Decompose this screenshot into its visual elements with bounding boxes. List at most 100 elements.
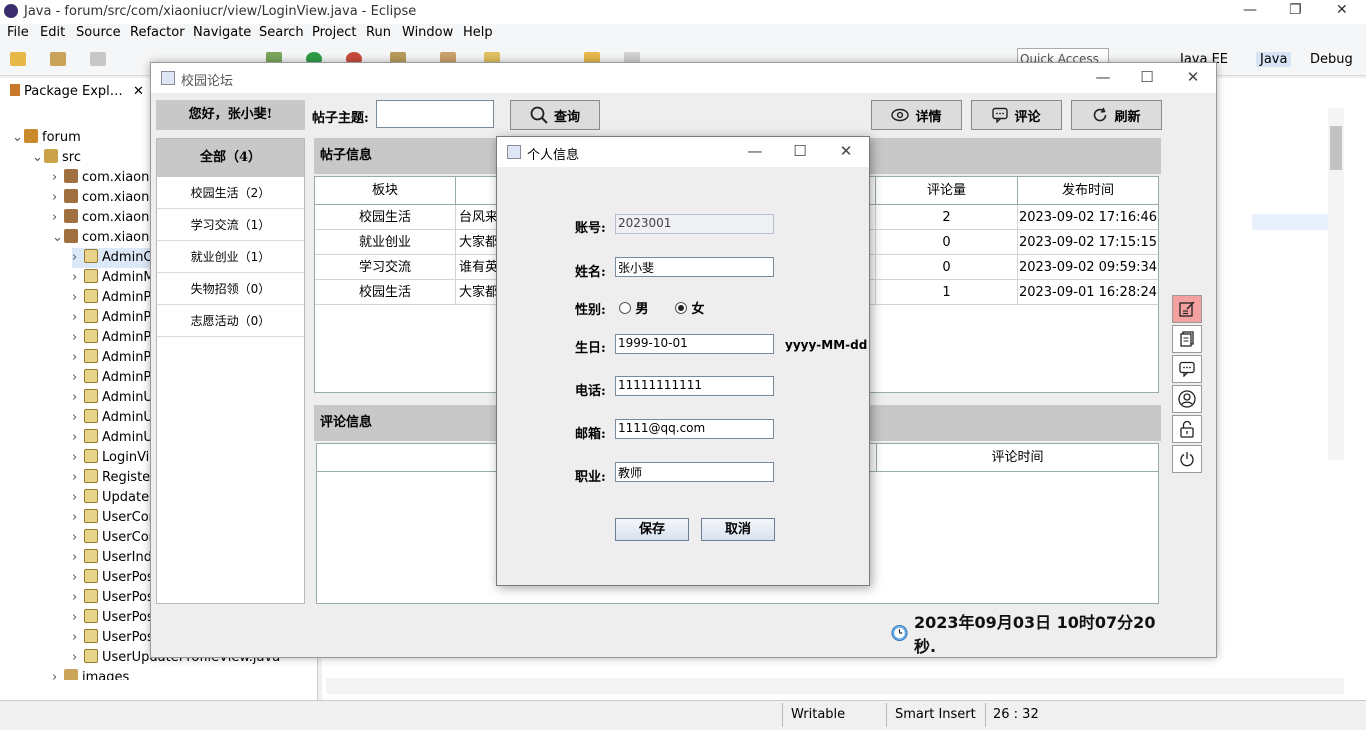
- chevron-right-icon[interactable]: ›: [72, 448, 84, 468]
- chevron-right-icon[interactable]: ›: [72, 528, 84, 548]
- tree-item[interactable]: ⌄ com.xiaoni: [52, 228, 153, 248]
- chevron-right-icon[interactable]: ›: [72, 488, 84, 508]
- tree-item[interactable]: › AdminU: [72, 428, 153, 448]
- minimize-icon[interactable]: —: [1243, 2, 1257, 18]
- tree-item[interactable]: › UserPos: [72, 608, 154, 628]
- chevron-right-icon[interactable]: ›: [72, 628, 84, 648]
- phone-field[interactable]: 11111111111: [615, 376, 774, 396]
- chevron-right-icon[interactable]: ›: [72, 348, 84, 368]
- gender-male-radio[interactable]: 男: [619, 298, 649, 317]
- chevron-right-icon[interactable]: ›: [72, 508, 84, 528]
- category-study[interactable]: 学习交流（1）: [157, 209, 304, 241]
- tree-item[interactable]: › AdminP: [72, 368, 151, 388]
- menu-navigate[interactable]: Navigate: [193, 25, 251, 40]
- chevron-down-icon[interactable]: ⌄: [52, 228, 64, 248]
- tree-item[interactable]: › UserCor: [72, 508, 154, 528]
- refresh-button[interactable]: 刷新: [1071, 100, 1162, 130]
- tree-item[interactable]: › AdminP: [72, 348, 151, 368]
- tree-item[interactable]: › UserPos: [72, 568, 154, 588]
- account-field[interactable]: 2023001: [615, 214, 774, 234]
- chevron-down-icon[interactable]: ⌄: [32, 148, 44, 168]
- save-button[interactable]: 保存: [615, 518, 689, 541]
- close-icon[interactable]: ✕: [1336, 2, 1348, 18]
- scrollbar-thumb[interactable]: [1330, 126, 1342, 170]
- chevron-right-icon[interactable]: ›: [72, 288, 84, 308]
- new-icon[interactable]: [10, 52, 26, 66]
- chevron-right-icon[interactable]: ›: [72, 588, 84, 608]
- package-explorer-tab[interactable]: Package Expl… ✕: [10, 84, 144, 99]
- scrollbar-vertical[interactable]: [1328, 108, 1344, 460]
- posts-col-time[interactable]: 发布时间: [1018, 177, 1158, 205]
- dialog-close-icon[interactable]: ✕: [836, 142, 856, 160]
- restore-icon[interactable]: ❐: [1289, 2, 1302, 18]
- open-icon[interactable]: [50, 52, 66, 66]
- chevron-right-icon[interactable]: ›: [72, 608, 84, 628]
- perspective-java[interactable]: Java: [1256, 52, 1292, 67]
- posts-col-comments[interactable]: 评论量: [876, 177, 1018, 205]
- comments-col-time[interactable]: 评论时间: [877, 444, 1158, 472]
- tree-item[interactable]: › com.xiaoni: [52, 168, 153, 188]
- menu-help[interactable]: Help: [463, 25, 493, 40]
- close-tab-icon[interactable]: ✕: [133, 84, 144, 99]
- tree-item[interactable]: › AdminP: [72, 288, 151, 308]
- chevron-right-icon[interactable]: ›: [72, 388, 84, 408]
- tree-item[interactable]: › UpdateI: [72, 488, 153, 508]
- posts-col-board[interactable]: 板块: [315, 177, 456, 205]
- dialog-maximize-icon[interactable]: ☐: [790, 142, 810, 160]
- tree-item[interactable]: › UserCor: [72, 528, 154, 548]
- detail-button[interactable]: 详情: [871, 100, 962, 130]
- chevron-right-icon[interactable]: ›: [72, 428, 84, 448]
- tree-item[interactable]: › LoginVi: [72, 448, 149, 468]
- chevron-right-icon[interactable]: ›: [72, 308, 84, 328]
- side-post-button[interactable]: [1172, 295, 1202, 323]
- tree-item[interactable]: › images: [52, 668, 129, 680]
- tree-item[interactable]: › UserPos: [72, 588, 154, 608]
- forum-close-icon[interactable]: ✕: [1183, 68, 1203, 86]
- job-field[interactable]: 教师: [615, 462, 774, 482]
- category-all[interactable]: 全部（4）: [157, 139, 304, 177]
- tree-item[interactable]: ⌄ forum: [12, 128, 81, 148]
- tree-item[interactable]: › UserPos: [72, 628, 154, 648]
- chevron-right-icon[interactable]: ›: [72, 408, 84, 428]
- chevron-right-icon[interactable]: ›: [52, 168, 64, 188]
- tree-item[interactable]: › com.xiaoni: [52, 208, 153, 228]
- chevron-right-icon[interactable]: ›: [52, 668, 64, 680]
- chevron-down-icon[interactable]: ⌄: [12, 128, 24, 148]
- category-volunteer[interactable]: 志愿活动（0）: [157, 305, 304, 337]
- category-career[interactable]: 就业创业（1）: [157, 241, 304, 273]
- name-field[interactable]: 张小斐: [615, 257, 774, 277]
- scrollbar-horizontal[interactable]: [326, 678, 1344, 694]
- gender-female-radio[interactable]: 女: [675, 298, 705, 317]
- tree-item[interactable]: ⌄ src: [32, 148, 81, 168]
- chevron-right-icon[interactable]: ›: [72, 648, 84, 668]
- tree-item[interactable]: › AdminU: [72, 388, 153, 408]
- side-my-comments-button[interactable]: [1172, 355, 1202, 383]
- tree-item[interactable]: › com.xiaoni: [52, 188, 153, 208]
- comment-button[interactable]: 评论: [971, 100, 1062, 130]
- menu-edit[interactable]: Edit: [40, 25, 65, 40]
- menu-file[interactable]: File: [7, 25, 29, 40]
- tree-item[interactable]: › AdminC: [72, 248, 153, 268]
- cancel-button[interactable]: 取消: [701, 518, 775, 541]
- menu-project[interactable]: Project: [312, 25, 356, 40]
- category-lost-found[interactable]: 失物招领（0）: [157, 273, 304, 305]
- menu-source[interactable]: Source: [76, 25, 121, 40]
- menu-search[interactable]: Search: [259, 25, 304, 40]
- save-icon[interactable]: [90, 52, 106, 66]
- birthday-field[interactable]: 1999-10-01: [615, 334, 774, 354]
- chevron-right-icon[interactable]: ›: [72, 328, 84, 348]
- forum-minimize-icon[interactable]: —: [1093, 68, 1113, 86]
- menu-run[interactable]: Run: [366, 25, 391, 40]
- menu-window[interactable]: Window: [402, 25, 453, 40]
- tree-item[interactable]: › AdminM: [72, 268, 155, 288]
- chevron-right-icon[interactable]: ›: [72, 468, 84, 488]
- chevron-right-icon[interactable]: ›: [72, 368, 84, 388]
- chevron-right-icon[interactable]: ›: [52, 208, 64, 228]
- tree-item[interactable]: › AdminP: [72, 328, 151, 348]
- side-logout-button[interactable]: [1172, 445, 1202, 473]
- chevron-right-icon[interactable]: ›: [72, 248, 84, 268]
- tree-item[interactable]: › UserInd: [72, 548, 152, 568]
- side-my-posts-button[interactable]: [1172, 325, 1202, 353]
- side-password-button[interactable]: [1172, 415, 1202, 443]
- chevron-right-icon[interactable]: ›: [52, 188, 64, 208]
